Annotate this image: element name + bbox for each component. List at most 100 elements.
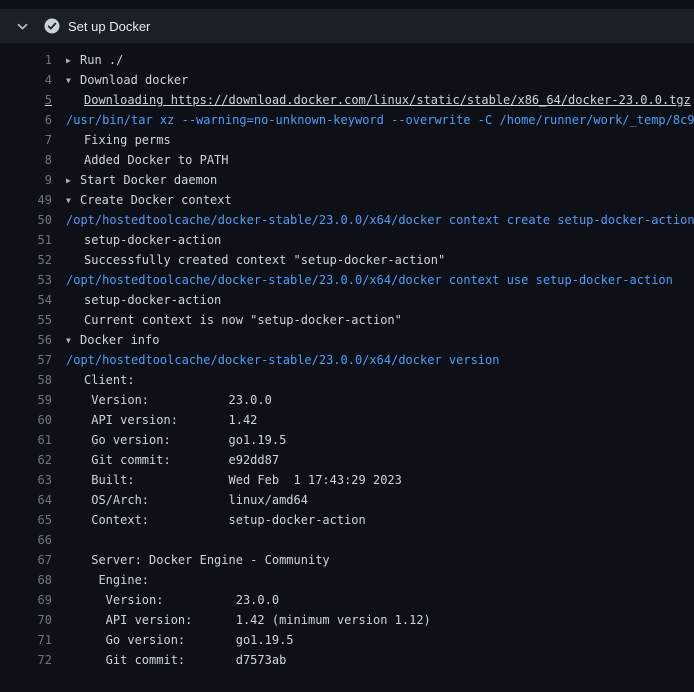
log-text: Engine: xyxy=(52,570,149,590)
line-number: 66 xyxy=(0,530,52,550)
log-text: Built: Wed Feb 1 17:43:29 2023 xyxy=(52,470,402,490)
log-line: 58Client: xyxy=(0,370,694,390)
log-line: 54setup-docker-action xyxy=(0,290,694,310)
log-line: 5Downloading https://download.docker.com… xyxy=(0,90,694,110)
line-number: 70 xyxy=(0,610,52,630)
log-line: 50/opt/hostedtoolcache/docker-stable/23.… xyxy=(0,210,694,230)
line-number: 52 xyxy=(0,250,52,270)
line-number: 49 xyxy=(0,190,52,210)
log-line: 7Fixing perms xyxy=(0,130,694,150)
log-line: 52Successfully created context "setup-do… xyxy=(0,250,694,270)
line-number: 63 xyxy=(0,470,52,490)
log-line: 8Added Docker to PATH xyxy=(0,150,694,170)
log-line: 66 xyxy=(0,530,694,550)
log-group-line[interactable]: 49▼Create Docker context xyxy=(0,190,694,210)
line-number: 69 xyxy=(0,590,52,610)
log-lines: 1▶Run ./4▼Download docker5Downloading ht… xyxy=(0,43,694,670)
log-line: 67 Server: Docker Engine - Community xyxy=(0,550,694,570)
line-number: 53 xyxy=(0,270,52,290)
log-group-line[interactable]: 4▼Download docker xyxy=(0,70,694,90)
log-text: /usr/bin/tar xz --warning=no-unknown-key… xyxy=(52,110,694,130)
step-title: Set up Docker xyxy=(68,19,150,34)
step-header[interactable]: Set up Docker xyxy=(0,9,694,43)
log-text: Git commit: e92dd87 xyxy=(52,450,279,470)
log-text: /opt/hostedtoolcache/docker-stable/23.0.… xyxy=(52,350,499,370)
line-number: 54 xyxy=(0,290,52,310)
log-text: /opt/hostedtoolcache/docker-stable/23.0.… xyxy=(52,270,673,290)
log-line: 57/opt/hostedtoolcache/docker-stable/23.… xyxy=(0,350,694,370)
log-line: 60 API version: 1.42 xyxy=(0,410,694,430)
log-text: Context: setup-docker-action xyxy=(52,510,366,530)
chevron-down-icon[interactable] xyxy=(14,18,30,34)
log-text: ▼Create Docker context xyxy=(52,190,232,210)
group-expanded-arrow-icon[interactable]: ▼ xyxy=(66,331,80,350)
line-number: 71 xyxy=(0,630,52,650)
group-expanded-arrow-icon[interactable]: ▼ xyxy=(66,191,80,210)
line-number: 9 xyxy=(0,170,52,190)
log-line: 71 Go version: go1.19.5 xyxy=(0,630,694,650)
line-number: 59 xyxy=(0,390,52,410)
line-number: 64 xyxy=(0,490,52,510)
log-text: setup-docker-action xyxy=(52,290,221,310)
log-text: ▼Download docker xyxy=(52,70,188,90)
line-number: 55 xyxy=(0,310,52,330)
log-text: Downloading https://download.docker.com/… xyxy=(52,90,691,110)
log-link[interactable]: https://download.docker.com/linux/static… xyxy=(171,93,691,107)
line-number: 60 xyxy=(0,410,52,430)
log-text: ▶Run ./ xyxy=(52,50,123,70)
line-number: 58 xyxy=(0,370,52,390)
line-number: 5 xyxy=(0,90,52,110)
log-line: 69 Version: 23.0.0 xyxy=(0,590,694,610)
log-group-line[interactable]: 56▼Docker info xyxy=(0,330,694,350)
log-text: Current context is now "setup-docker-act… xyxy=(52,310,402,330)
log-text: Go version: go1.19.5 xyxy=(52,630,294,650)
log-line: 61 Go version: go1.19.5 xyxy=(0,430,694,450)
line-number: 4 xyxy=(0,70,52,90)
log-line: 64 OS/Arch: linux/amd64 xyxy=(0,490,694,510)
log-text: ▶Start Docker daemon xyxy=(52,170,217,190)
line-number: 1 xyxy=(0,50,52,70)
group-collapsed-arrow-icon[interactable]: ▶ xyxy=(66,171,80,190)
log-text: Successfully created context "setup-dock… xyxy=(52,250,445,270)
line-number: 7 xyxy=(0,130,52,150)
log-line: 59 Version: 23.0.0 xyxy=(0,390,694,410)
log-text xyxy=(52,530,84,550)
line-number: 68 xyxy=(0,570,52,590)
group-collapsed-arrow-icon[interactable]: ▶ xyxy=(66,51,80,70)
line-number: 51 xyxy=(0,230,52,250)
log-text: Go version: go1.19.5 xyxy=(52,430,286,450)
line-number: 61 xyxy=(0,430,52,450)
line-number: 8 xyxy=(0,150,52,170)
success-check-icon xyxy=(44,18,60,34)
log-line: 68 Engine: xyxy=(0,570,694,590)
log-line: 62 Git commit: e92dd87 xyxy=(0,450,694,470)
log-line: 65 Context: setup-docker-action xyxy=(0,510,694,530)
log-text: setup-docker-action xyxy=(52,230,221,250)
line-number: 67 xyxy=(0,550,52,570)
log-line: 70 API version: 1.42 (minimum version 1.… xyxy=(0,610,694,630)
line-number: 6 xyxy=(0,110,52,130)
log-text: /opt/hostedtoolcache/docker-stable/23.0.… xyxy=(52,210,694,230)
log-group-line[interactable]: 1▶Run ./ xyxy=(0,50,694,70)
log-line: 6/usr/bin/tar xz --warning=no-unknown-ke… xyxy=(0,110,694,130)
log-line: 53/opt/hostedtoolcache/docker-stable/23.… xyxy=(0,270,694,290)
line-number: 56 xyxy=(0,330,52,350)
log-text: Added Docker to PATH xyxy=(52,150,229,170)
log-text: Version: 23.0.0 xyxy=(52,390,272,410)
log-line: 63 Built: Wed Feb 1 17:43:29 2023 xyxy=(0,470,694,490)
log-text: Client: xyxy=(52,370,135,390)
log-line: 55Current context is now "setup-docker-a… xyxy=(0,310,694,330)
log-text: Version: 23.0.0 xyxy=(52,590,279,610)
log-text: ▼Docker info xyxy=(52,330,159,350)
log-text: OS/Arch: linux/amd64 xyxy=(52,490,308,510)
log-group-line[interactable]: 9▶Start Docker daemon xyxy=(0,170,694,190)
log-text: API version: 1.42 (minimum version 1.12) xyxy=(52,610,431,630)
line-number: 57 xyxy=(0,350,52,370)
line-number: 65 xyxy=(0,510,52,530)
log-text: Server: Docker Engine - Community xyxy=(52,550,330,570)
line-number: 50 xyxy=(0,210,52,230)
group-expanded-arrow-icon[interactable]: ▼ xyxy=(66,71,80,90)
log-text: API version: 1.42 xyxy=(52,410,257,430)
log-line: 72 Git commit: d7573ab xyxy=(0,650,694,670)
line-number: 72 xyxy=(0,650,52,670)
